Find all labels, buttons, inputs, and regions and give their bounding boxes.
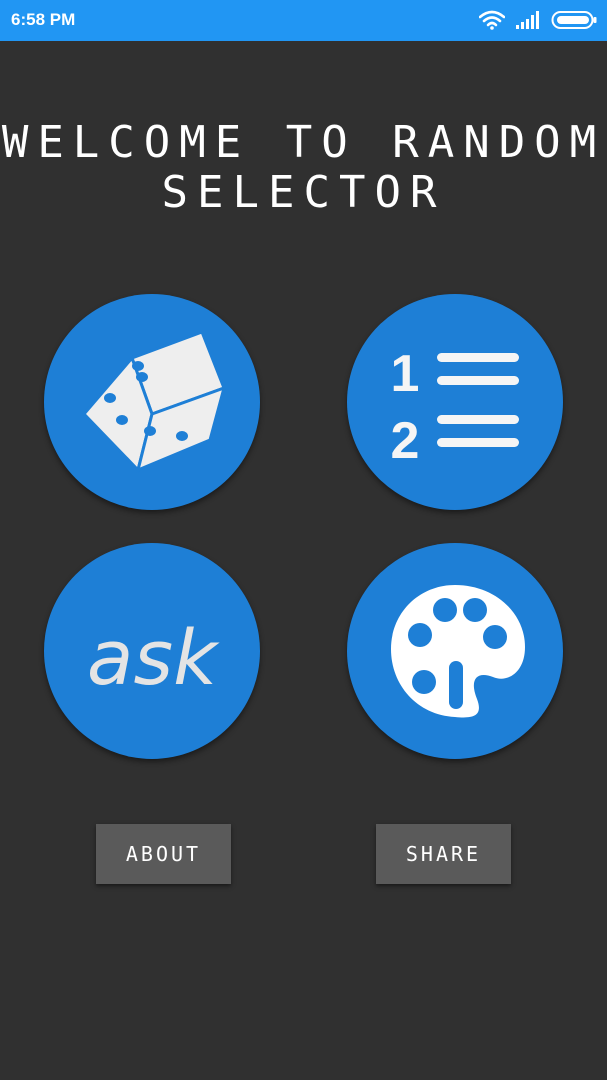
numbered-list-icon: 1 2	[391, 345, 519, 470]
ask-label: ask	[87, 613, 220, 702]
share-button[interactable]: SHARE	[376, 824, 511, 884]
palette-icon	[391, 585, 525, 718]
title-line-1: WELCOME TO RANDOM	[1, 117, 606, 168]
status-bar: 6:58 PM	[0, 0, 607, 41]
ask-button[interactable]: ask	[44, 543, 260, 759]
svg-text:2: 2	[391, 412, 420, 470]
numbered-list-button[interactable]: 1 2	[347, 294, 563, 510]
wifi-icon	[478, 10, 506, 30]
palette-button[interactable]	[347, 543, 563, 759]
ask-icon: ask	[87, 613, 220, 702]
dice-button[interactable]	[44, 294, 260, 510]
dice-icon	[81, 330, 227, 473]
about-button[interactable]: ABOUT	[96, 824, 231, 884]
battery-icon	[551, 10, 597, 30]
signal-icon	[515, 11, 541, 29]
title-line-2: SELECTOR	[161, 167, 446, 218]
status-time: 6:58 PM	[11, 10, 76, 29]
status-icons	[469, 8, 597, 32]
svg-text:1: 1	[391, 345, 420, 403]
page-title: WELCOME TO RANDOM SELECTOR	[0, 118, 607, 218]
